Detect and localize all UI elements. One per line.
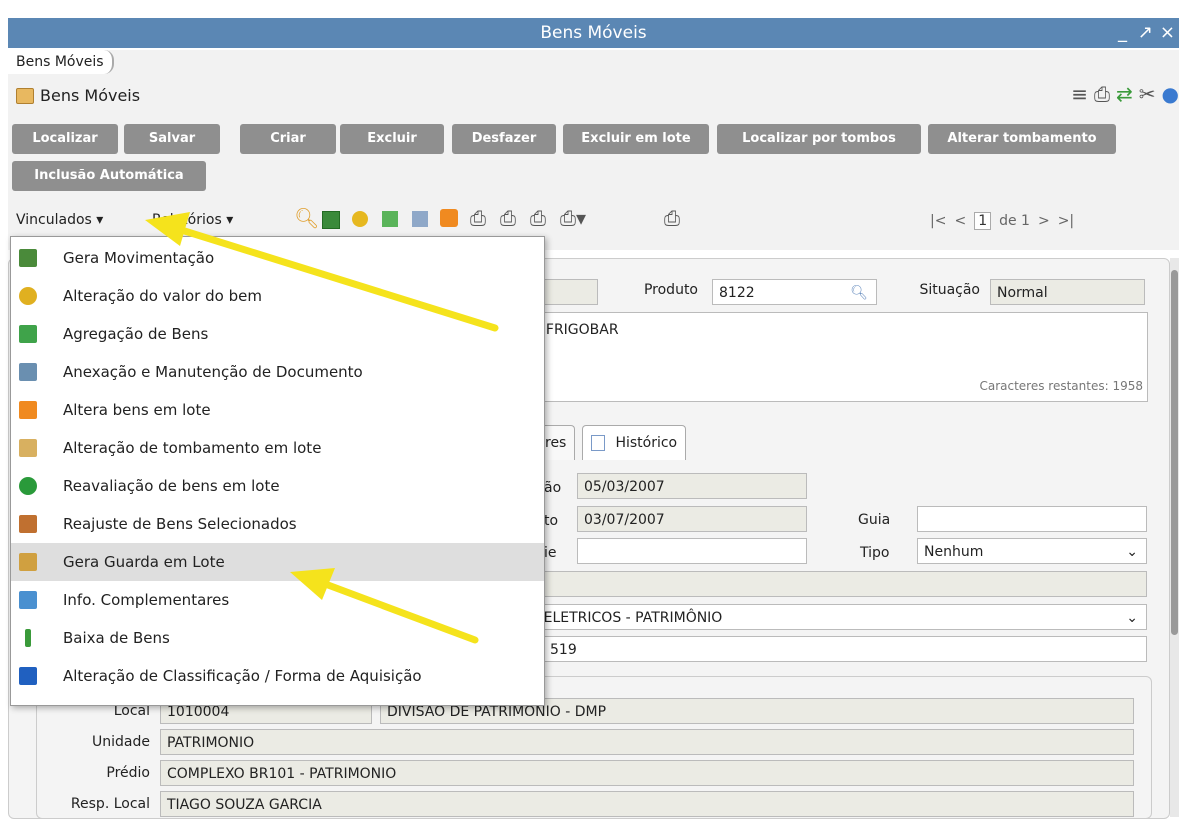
annotation-arrows: [145, 212, 499, 644]
annotation-arrow: [316, 578, 479, 644]
annotation-arrowhead: [145, 212, 190, 246]
annotation-arrow: [171, 224, 499, 332]
annotation-arrowhead: [290, 568, 335, 600]
